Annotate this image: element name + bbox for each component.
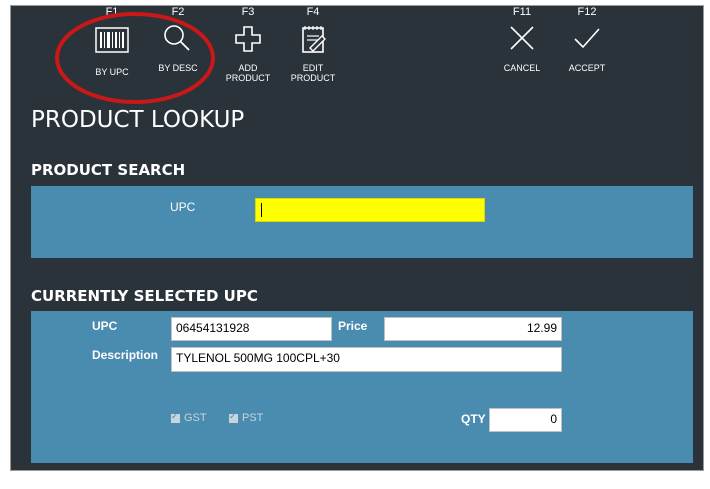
qty-field[interactable]: 0: [489, 408, 562, 432]
toolbar-label-2: PRODUCT: [290, 73, 336, 83]
highlight-circle: [55, 12, 215, 104]
x-icon: [489, 23, 555, 63]
page-title: PRODUCT LOOKUP: [31, 107, 245, 133]
edit-icon: [280, 23, 346, 63]
check-icon: [554, 23, 620, 63]
accept-button[interactable]: F12 ACCEPT: [554, 6, 620, 73]
gst-label: GST: [184, 412, 207, 424]
product-search-panel: UPC: [31, 186, 693, 258]
description-field[interactable]: TYLENOL 500MG 100CPL+30: [171, 347, 562, 372]
description-label: Description: [92, 348, 159, 362]
toolbar-label: ACCEPT: [568, 63, 606, 73]
gst-checkbox[interactable]: GST: [171, 411, 207, 424]
pst-label: PST: [242, 412, 264, 424]
function-key-label: F11: [512, 6, 532, 18]
qty-label: QTY: [461, 412, 486, 426]
price-field[interactable]: 12.99: [384, 317, 562, 341]
text-cursor: [261, 202, 262, 217]
checkbox-box: [171, 411, 180, 423]
checkbox-box: [229, 411, 238, 423]
cancel-button[interactable]: F11 CANCEL: [489, 6, 555, 73]
toolbar-label: ADD: [238, 63, 258, 73]
toolbar-label: EDIT: [302, 63, 324, 73]
product-lookup-window: F1 BY UPC F2 BY DESC F3 ADD PRODUCT F4 E…: [10, 5, 704, 471]
upc-search-input[interactable]: [255, 198, 485, 222]
pst-checkbox[interactable]: PST: [229, 411, 264, 424]
function-key-label: F3: [241, 6, 255, 18]
plus-icon: [215, 23, 281, 63]
toolbar-label: CANCEL: [503, 63, 541, 73]
function-key-label: F12: [577, 6, 597, 18]
selected-upc-heading: CURRENTLY SELECTED UPC: [31, 287, 258, 305]
product-search-heading: PRODUCT SEARCH: [31, 161, 186, 179]
edit-product-button[interactable]: F4 EDIT PRODUCT: [280, 6, 346, 83]
toolbar-label-2: PRODUCT: [225, 73, 271, 83]
upc-search-label: UPC: [170, 200, 196, 214]
selected-upc-panel: UPC 06454131928 Price 12.99 Description …: [31, 311, 693, 463]
price-label: Price: [338, 319, 368, 333]
upc-label: UPC: [92, 319, 118, 333]
function-key-label: F4: [306, 6, 320, 18]
upc-field[interactable]: 06454131928: [171, 317, 332, 341]
add-product-button[interactable]: F3 ADD PRODUCT: [215, 6, 281, 83]
